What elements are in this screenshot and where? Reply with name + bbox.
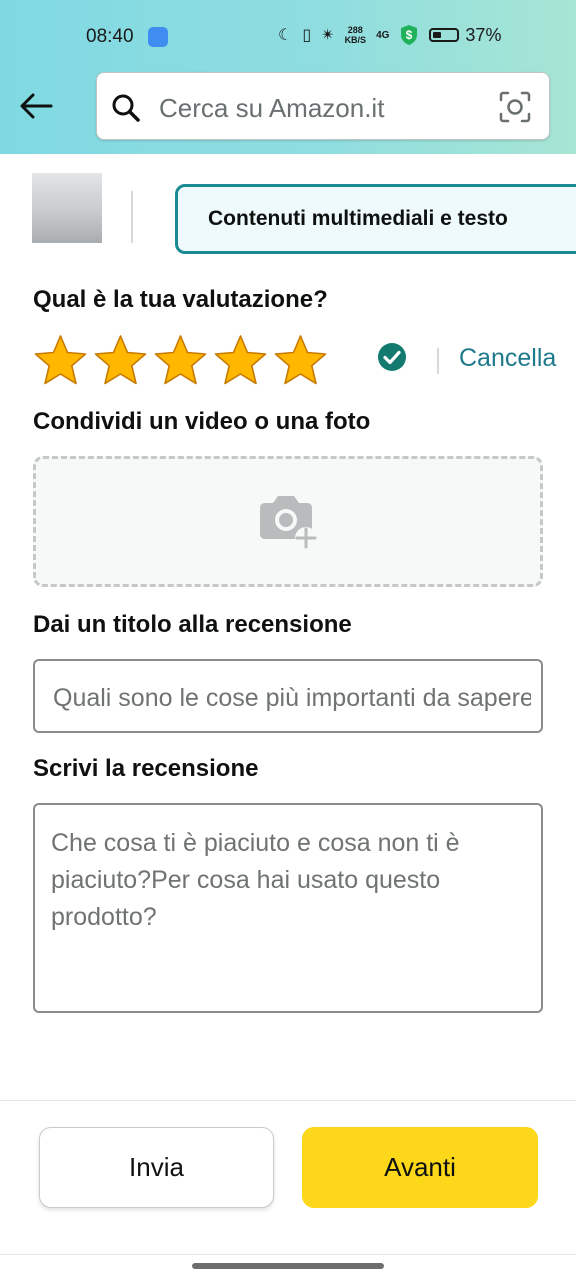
battery-icon: [429, 28, 460, 42]
weather-icon: [148, 27, 168, 47]
product-thumbnail: [32, 173, 102, 243]
speed-unit: KB/S: [344, 35, 367, 45]
network-type: 4G: [376, 29, 390, 41]
bluetooth-icon: ✴: [321, 27, 335, 44]
divider: [437, 348, 439, 374]
cancel-rating-link[interactable]: Cancella: [459, 344, 556, 373]
battery-indicator: 37%: [429, 25, 501, 46]
arrow-left-icon: [20, 93, 53, 119]
status-time: 08:40: [86, 26, 134, 47]
network-speed: 288 KB/S: [345, 25, 367, 45]
status-icons: ☾ ▯ ✴ 288 KB/S 4G $ 37%: [278, 24, 501, 46]
speed-value: 288: [347, 25, 363, 35]
home-indicator[interactable]: [192, 1263, 384, 1269]
moon-icon: ☾: [278, 27, 293, 44]
rating-question: Qual è la tua valutazione?: [33, 286, 328, 313]
star-rating[interactable]: [33, 334, 328, 387]
back-button[interactable]: [16, 88, 56, 124]
media-upload-area[interactable]: [33, 456, 543, 587]
next-button[interactable]: Avanti: [302, 1127, 538, 1208]
media-label: Condividi un video o una foto: [33, 408, 371, 435]
bottom-divider: [0, 1254, 576, 1255]
star-icon[interactable]: [273, 334, 328, 387]
shield-icon: $: [401, 25, 418, 45]
review-textarea[interactable]: [51, 825, 527, 1001]
status-bar: 08:40 ☾ ▯ ✴ 288 KB/S 4G $ 37%: [0, 0, 576, 72]
header: 08:40 ☾ ▯ ✴ 288 KB/S 4G $ 37%: [0, 0, 576, 154]
camera-lens-icon[interactable]: [499, 91, 531, 123]
star-icon[interactable]: [213, 334, 268, 387]
star-icon[interactable]: [33, 334, 88, 387]
star-icon[interactable]: [93, 334, 148, 387]
vibrate-icon: ▯: [302, 27, 312, 44]
search-input[interactable]: [157, 87, 481, 129]
review-label: Scrivi la recensione: [33, 755, 259, 782]
svg-text:$: $: [406, 28, 413, 42]
tab-media-and-text-label: Contenuti multimediali e testo: [208, 207, 508, 230]
title-label: Dai un titolo alla recensione: [33, 611, 352, 638]
search-bar[interactable]: [96, 72, 550, 140]
submit-button[interactable]: Invia: [39, 1127, 274, 1208]
search-icon: [112, 94, 140, 122]
review-text-field[interactable]: [33, 803, 543, 1013]
review-title-field[interactable]: [33, 659, 543, 733]
add-photo-icon: [260, 496, 317, 549]
star-icon[interactable]: [153, 334, 208, 387]
divider: [131, 191, 133, 243]
footer-divider: [0, 1100, 576, 1101]
tab-media-and-text[interactable]: Contenuti multimediali e testo: [175, 184, 576, 254]
battery-percent: 37%: [465, 24, 502, 45]
review-title-input[interactable]: [51, 679, 533, 717]
check-circle-icon: [378, 343, 406, 371]
